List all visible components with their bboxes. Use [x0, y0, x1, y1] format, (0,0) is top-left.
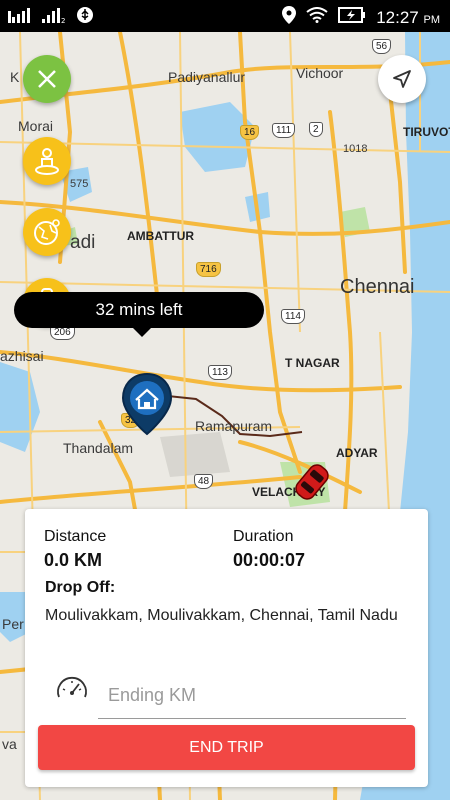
duration-value: 00:00:07 [233, 550, 306, 570]
ending-km-input[interactable] [98, 673, 406, 719]
road-shield-2: 2 [309, 122, 323, 137]
sim-signal-icon [8, 7, 34, 26]
globe-route-button[interactable] [23, 208, 71, 256]
battery-charging-icon [338, 7, 366, 28]
place-label-va: va [2, 736, 17, 752]
place-label-thandalam: Thandalam [63, 440, 134, 456]
svg-text:2: 2 [61, 17, 65, 23]
speedometer-icon [55, 673, 89, 708]
globe-icon [34, 219, 60, 245]
distance-value: 0.0 KM [44, 550, 103, 570]
road-label-1018: 1018 [343, 143, 368, 155]
navigation-arrow-icon [393, 70, 411, 88]
usb-icon [76, 6, 94, 27]
end-trip-button[interactable]: END TRIP [38, 725, 415, 770]
place-label-morai: Morai [18, 118, 54, 134]
close-icon [38, 70, 56, 88]
drop-off-label: Drop Off: [45, 579, 116, 596]
pickup-location-button[interactable] [23, 137, 71, 185]
place-label-tnagar: T NAGAR [285, 356, 340, 370]
close-menu-button[interactable] [23, 55, 71, 103]
place-label-tiruvot: TIRUVOT [403, 125, 450, 139]
my-location-button[interactable] [378, 55, 426, 103]
place-label-adi: adi [70, 232, 96, 253]
place-label-padiyanallur: Padiyanallur [168, 69, 246, 85]
road-shield-716: 716 [196, 262, 221, 277]
drop-off-address: Moulivakkam, Moulivakkam, Chennai, Tamil… [45, 607, 398, 624]
place-label-k: K [10, 69, 20, 85]
place-label-azhisai: azhisai [0, 348, 44, 364]
road-shield-56: 56 [372, 39, 392, 54]
place-label-chennai: Chennai [340, 276, 415, 298]
wifi-icon [306, 7, 328, 28]
road-shield-111: 111 [272, 123, 296, 138]
road-shield-48: 48 [194, 474, 214, 489]
lte-signal-icon: 2 [42, 7, 68, 26]
trip-info-card: Distance 0.0 KM Duration 00:00:07 Drop O… [25, 509, 428, 787]
road-shield-114: 114 [281, 309, 305, 324]
road-shield-16: 16 [240, 125, 260, 140]
place-label-per: Per [2, 616, 24, 632]
eta-bubble: 32 mins left [14, 292, 264, 337]
place-label-adyar: ADYAR [336, 446, 378, 460]
place-label-ramapuram: Ramapuram [195, 418, 273, 434]
place-label-ambattur: AMBATTUR [127, 229, 195, 243]
road-shield-113: 113 [208, 365, 232, 380]
location-icon [282, 6, 297, 29]
distance-label: Distance [44, 528, 107, 545]
road-label-575: 575 [70, 178, 89, 190]
person-pin-icon [35, 148, 59, 175]
place-label-vichoor: Vichoor [296, 65, 344, 81]
duration-label: Duration [233, 528, 294, 545]
status-bar: 2 12:27 PM [0, 0, 450, 32]
clock: 12:27 PM [376, 7, 440, 27]
eta-text: 32 mins left [95, 300, 183, 319]
